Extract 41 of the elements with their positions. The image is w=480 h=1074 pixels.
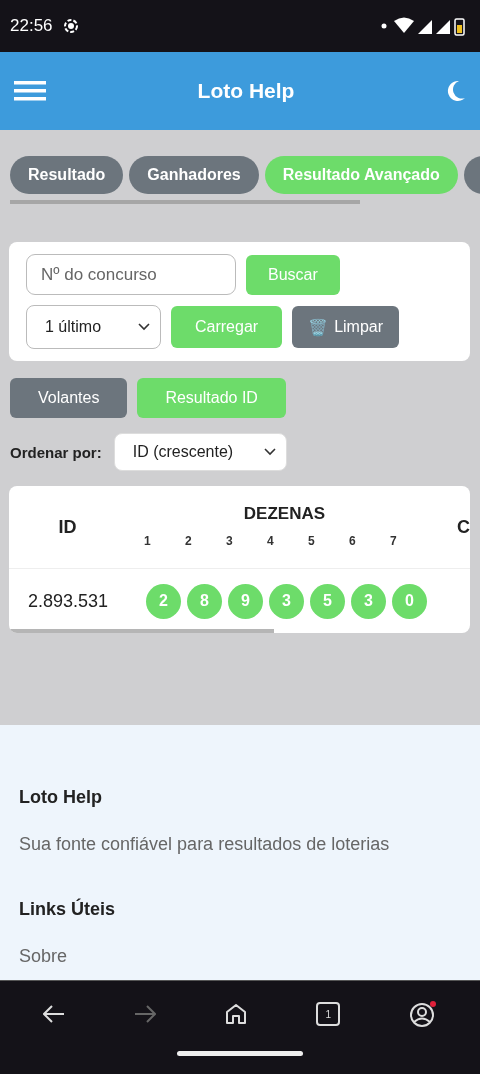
clock-time: 22:56 xyxy=(10,16,53,36)
footer-heading: Links Úteis xyxy=(19,899,117,920)
back-icon[interactable] xyxy=(42,1005,65,1023)
app-title: Loto Help xyxy=(197,79,295,103)
chevron-down-icon xyxy=(138,323,150,331)
menu-icon[interactable] xyxy=(14,81,46,101)
chevron-down-icon xyxy=(263,448,276,456)
position-header: 7 xyxy=(389,534,398,548)
record-icon xyxy=(62,18,79,34)
number-ball: 0 xyxy=(392,583,427,619)
column-header: DEZENAS xyxy=(243,504,326,524)
tab[interactable]: Ganhadores xyxy=(129,156,259,194)
sort-select[interactable]: ID (crescente) xyxy=(113,433,287,471)
position-header: 5 xyxy=(307,534,316,548)
column-header: ID xyxy=(57,515,78,539)
count-select[interactable]: 1 último xyxy=(26,305,161,349)
number-ball: 9 xyxy=(228,583,263,619)
position-header: 4 xyxy=(266,534,275,548)
contest-number-field[interactable]: Nº do concurso xyxy=(26,254,236,295)
number-ball: 5 xyxy=(310,583,345,619)
position-header: 1 xyxy=(143,534,152,548)
view-toggle-button[interactable]: Volantes xyxy=(10,378,128,418)
number-ball: 2 xyxy=(146,583,181,619)
number-ball: 3 xyxy=(269,583,304,619)
number-ball: 8 xyxy=(187,583,222,619)
clear-button[interactable]: 🗑 Limpar xyxy=(292,306,400,348)
moon-icon[interactable] xyxy=(446,80,466,102)
column-header: C xyxy=(457,515,470,539)
home-icon[interactable] xyxy=(224,1003,247,1025)
sort-label: Ordenar por: xyxy=(10,443,102,461)
footer-title: Loto Help xyxy=(19,787,103,808)
table-cell-text: 2.893.531 xyxy=(26,590,110,612)
number-ball: 3 xyxy=(351,583,386,619)
position-header: 6 xyxy=(348,534,357,548)
tab-count[interactable]: 1 xyxy=(316,1002,341,1026)
footer-link[interactable]: Sobre xyxy=(19,946,461,967)
tab[interactable]: Resultado xyxy=(10,156,124,194)
position-header: 2 xyxy=(184,534,193,548)
footer-tagline: Sua fonte confiável para resultados de loterias xyxy=(19,834,391,855)
position-header: 3 xyxy=(225,534,234,548)
account-icon[interactable] xyxy=(409,1000,438,1028)
